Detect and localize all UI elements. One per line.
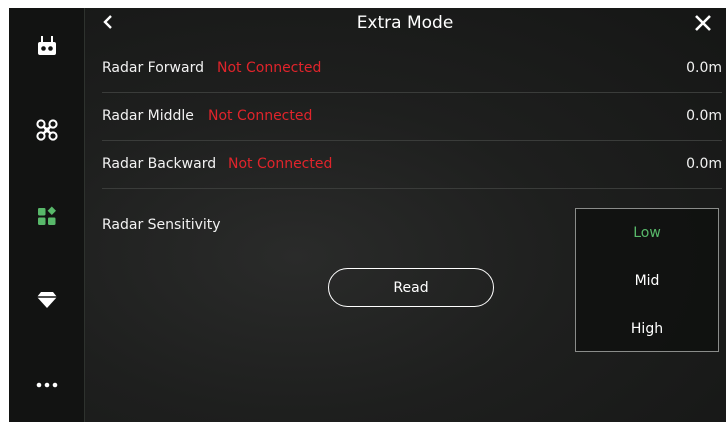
close-button[interactable] [692,12,714,34]
radar-forward-row: Radar Forward Not Connected 0.0m [102,44,722,93]
app-frame: Extra Mode Radar Forward Not Connected 0… [9,8,726,422]
close-icon [695,15,711,31]
sidebar-item-aircraft[interactable] [9,110,84,150]
radar-middle-status: Not Connected [208,108,313,124]
radar-forward-status: Not Connected [217,60,322,76]
radar-middle-value: 0.0m [686,108,722,124]
remote-controller-icon [37,36,56,55]
radar-middle-row: Radar Middle Not Connected 0.0m [102,92,722,141]
apps-grid-icon [37,206,56,225]
radar-forward-label: Radar Forward [102,60,204,76]
sidebar-item-more[interactable] [9,365,84,405]
radar-backward-label: Radar Backward [102,156,217,172]
sensitivity-option-low[interactable]: Low [576,209,718,257]
sensitivity-dropdown: Low Mid High [575,208,719,352]
sensitivity-option-high[interactable]: High [576,305,718,353]
sidebar-item-remote-controller[interactable] [9,26,84,66]
radar-middle-label: Radar Middle [102,108,194,124]
radar-backward-status: Not Connected [228,156,333,172]
sidebar [9,8,85,422]
diamond-icon [36,292,57,308]
radar-backward-value: 0.0m [686,156,722,172]
sidebar-item-gem[interactable] [9,280,84,320]
sensitivity-option-mid[interactable]: Mid [576,257,718,305]
top-bar: Extra Mode [84,8,726,38]
radar-sensitivity-label: Radar Sensitivity [102,217,221,233]
more-icon [36,382,57,388]
drone-icon [35,119,58,141]
page-title: Extra Mode [356,13,454,33]
radar-forward-value: 0.0m [686,60,722,76]
radar-backward-row: Radar Backward Not Connected 0.0m [102,140,722,189]
sidebar-item-apps[interactable] [9,196,84,236]
read-button[interactable]: Read [328,268,494,307]
